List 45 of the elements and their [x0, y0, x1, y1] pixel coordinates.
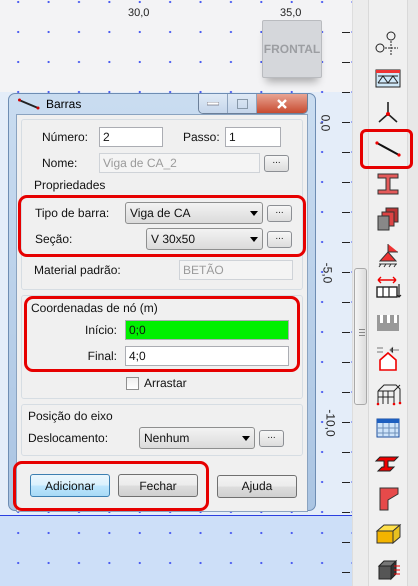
field-label: Número: [42, 129, 90, 146]
house-icon[interactable] [374, 344, 402, 372]
browse-button[interactable]: ... [267, 204, 292, 222]
close-icon [276, 98, 288, 108]
ruler-label: -10,0 [322, 409, 339, 437]
field-label: Início: [84, 322, 117, 339]
field-label: Seção: [35, 231, 74, 248]
dropdown[interactable]: Viga de CA [125, 202, 263, 224]
field-label: Tipo de barra: [35, 205, 110, 222]
dialog-button[interactable]: Ajuda [217, 474, 297, 498]
field-label: Deslocamento: [28, 430, 110, 447]
caret-icon [250, 210, 258, 216]
checkbox-label: Arrastar [144, 375, 187, 392]
section-title: Coordenadas de nó (m) [31, 300, 159, 317]
ruler-label: 30,0 [128, 6, 150, 21]
ruler-label: -5,0 [319, 262, 336, 284]
field-label: Nome: [42, 155, 78, 172]
section-title: Posição do eixo [28, 408, 114, 425]
dialog-button[interactable]: Fechar [118, 474, 198, 497]
text-field[interactable]: 2 [99, 127, 163, 147]
dropdown[interactable]: V 30x50 [146, 228, 263, 250]
text-field[interactable]: 4;0 [125, 346, 289, 366]
close-button[interactable] [257, 94, 307, 113]
field-label: Passo: [183, 129, 221, 146]
text-field[interactable]: 0;0 [125, 320, 289, 340]
dialog-button[interactable]: Adicionar [30, 474, 110, 497]
text-field[interactable]: 1 [225, 127, 281, 147]
minimize-icon [207, 102, 219, 106]
maximize-icon [236, 98, 248, 108]
checkbox[interactable] [126, 376, 139, 390]
caret-icon [242, 436, 250, 440]
scrollbar-thumb[interactable] [354, 268, 367, 405]
field-label: Material padrão: [34, 262, 122, 279]
field-label: Final: [88, 348, 117, 365]
caret-icon [250, 236, 258, 242]
browse-button[interactable]: ... [259, 430, 284, 446]
window-title: Barras [46, 96, 82, 113]
browse-button[interactable]: ... [267, 230, 292, 248]
bar-icon [18, 98, 40, 110]
ruler-label: 0,0 [317, 114, 334, 132]
scrollbar[interactable] [352, 0, 368, 586]
minimize-button[interactable] [199, 94, 228, 113]
section-title: Propriedades [33, 177, 106, 194]
ruler-label: 35,0 [280, 6, 302, 21]
dropdown[interactable]: Nenhum [139, 427, 255, 449]
